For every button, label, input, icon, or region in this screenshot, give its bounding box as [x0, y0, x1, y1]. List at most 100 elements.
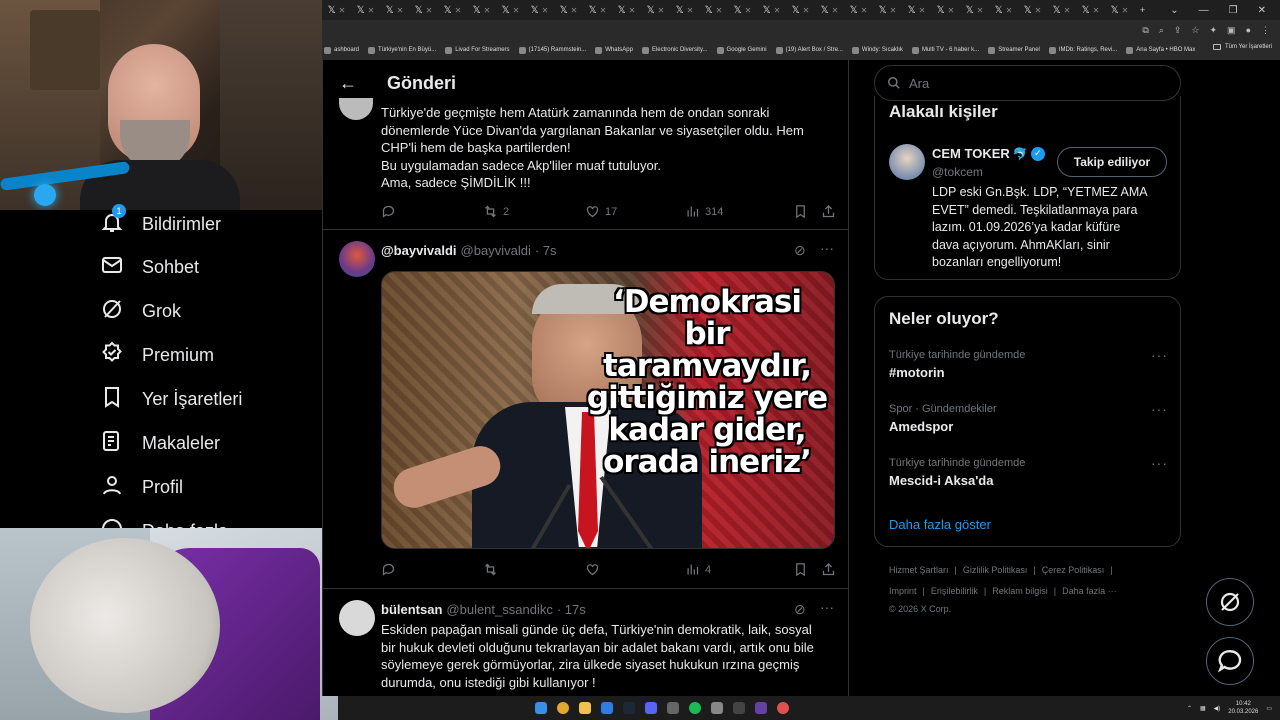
close-icon[interactable]: ✕ — [890, 6, 897, 15]
browser-tab[interactable]: 𝕏 ✕ — [844, 5, 873, 16]
app-icon[interactable] — [711, 702, 723, 714]
close-icon[interactable]: ✕ — [1035, 6, 1042, 15]
all-bookmarks-folder[interactable]: Tüm Yer İşaretleri — [1212, 44, 1272, 50]
new-tab-icon[interactable]: + — [1140, 5, 1145, 15]
chevron-up-icon[interactable]: ⌃ — [1187, 705, 1192, 712]
nav-notifications[interactable]: 1 Bildirimler — [100, 204, 221, 239]
nav-profile[interactable]: Profil — [100, 473, 183, 502]
footer-link[interactable]: Çerez Politikası — [1042, 565, 1105, 575]
browser-tab[interactable]: 𝕏 ✕ — [525, 5, 554, 16]
browser-tab[interactable]: 𝕏 ✕ — [322, 5, 351, 16]
chrome-icon[interactable] — [557, 702, 569, 714]
browser-tab[interactable]: 𝕏 ✕ — [728, 5, 757, 16]
close-icon[interactable]: ✕ — [919, 6, 926, 15]
back-arrow-icon[interactable]: ← — [323, 73, 373, 94]
bookmark-item[interactable]: Electronic Diversity... — [641, 46, 708, 54]
close-icon[interactable]: ✕ — [658, 6, 665, 15]
close-icon[interactable]: ✕ — [803, 6, 810, 15]
extensions-icon[interactable]: ✦ — [1210, 25, 1218, 36]
browser-tab[interactable]: 𝕏 ✕ — [1105, 5, 1134, 16]
views-button[interactable]: 4 — [685, 562, 793, 577]
close-icon[interactable]: ✕ — [1064, 6, 1071, 15]
notification-icon[interactable]: ▭ — [1266, 705, 1272, 712]
bookmark-item[interactable]: Türkiye'nin En Büyü... — [368, 46, 436, 54]
save-icon[interactable]: ▣ — [1227, 25, 1236, 36]
browser-tab[interactable]: 𝕏 ✕ — [438, 5, 467, 16]
browser-tab[interactable]: 𝕏 ✕ — [1076, 5, 1105, 16]
close-icon[interactable]: ✕ — [455, 6, 462, 15]
more-options-icon[interactable]: ··· — [1151, 455, 1168, 471]
user-handle[interactable]: @bayvivaldi — [461, 243, 531, 258]
timestamp[interactable]: · 17s — [557, 602, 586, 617]
trend-item[interactable]: Türkiye tarihinde gündemde Mescid-i Aksa… — [889, 457, 1169, 488]
clock[interactable]: 10:42 20.03.2026 — [1228, 700, 1258, 716]
footer-link[interactable]: Daha fazla ··· — [1062, 586, 1117, 596]
menu-icon[interactable]: ⋮ — [1261, 25, 1270, 36]
bookmark-item[interactable]: (19) Alert Box / Stre... — [775, 46, 843, 54]
display-name[interactable]: bülentsan — [381, 602, 442, 617]
user-handle[interactable]: @bulent_ssandikc — [446, 602, 552, 617]
close-icon[interactable]: ✕ — [774, 6, 781, 15]
close-icon[interactable]: ✕ — [484, 6, 491, 15]
close-icon[interactable]: ✕ — [832, 6, 839, 15]
more-options-icon[interactable]: ··· — [1151, 347, 1168, 363]
bookmark-item[interactable]: IMDb: Ratings, Revi... — [1048, 46, 1117, 54]
footer-link[interactable]: Hizmet Şartları — [889, 565, 949, 575]
show-more-link[interactable]: Daha fazla göster — [889, 517, 991, 532]
browser-tab[interactable]: 𝕏 ✕ — [380, 5, 409, 16]
bookmark-item[interactable]: Ana Sayfa • HBO Max — [1126, 46, 1195, 54]
bookmark-button[interactable] — [793, 204, 821, 219]
grok-icon[interactable]: ⊘ — [794, 242, 806, 259]
bookmark-item[interactable]: (17145) Rammstein... — [518, 46, 586, 54]
browser-tab[interactable]: 𝕏 ✕ — [815, 5, 844, 16]
close-icon[interactable]: ✕ — [861, 6, 868, 15]
close-icon[interactable]: ✕ — [1258, 5, 1266, 16]
footer-link[interactable]: Imprint — [889, 586, 917, 596]
app-icon[interactable] — [667, 702, 679, 714]
like-button[interactable] — [585, 562, 685, 577]
close-icon[interactable]: ✕ — [1006, 6, 1013, 15]
nav-grok[interactable]: Grok — [100, 297, 181, 326]
display-name[interactable]: @bayvivaldi — [381, 243, 457, 258]
bookmark-item[interactable]: WhatsApp — [595, 46, 633, 54]
bookmark-item[interactable]: ashboard — [324, 46, 359, 54]
share-button[interactable] — [821, 204, 836, 219]
bookmark-item[interactable]: Multi TV - 6 haber k... — [911, 46, 979, 54]
browser-tab[interactable]: 𝕏 ✕ — [902, 5, 931, 16]
close-icon[interactable]: ✕ — [687, 6, 694, 15]
footer-link[interactable]: Gizlilik Politikası — [963, 565, 1028, 575]
browser-tab[interactable]: 𝕏 ✕ — [1018, 5, 1047, 16]
restore-icon[interactable]: ❐ — [1229, 5, 1238, 16]
volume-icon[interactable]: ◀) — [1214, 705, 1221, 712]
browser-tab[interactable]: 𝕏 ✕ — [641, 5, 670, 16]
close-icon[interactable]: ✕ — [948, 6, 955, 15]
person-name-row[interactable]: CEM TOKER 🐬 ✓ — [932, 146, 1045, 161]
start-icon[interactable] — [535, 702, 547, 714]
close-icon[interactable]: ✕ — [368, 6, 375, 15]
app-icon[interactable] — [601, 702, 613, 714]
browser-tab[interactable]: 𝕏 ✕ — [699, 5, 728, 16]
install-icon[interactable]: ⧉ — [1142, 25, 1148, 36]
avatar[interactable] — [339, 98, 373, 120]
bookmark-item[interactable]: Livad For Streamers — [445, 46, 510, 54]
nav-premium[interactable]: Premium — [100, 341, 214, 370]
reply-button[interactable] — [381, 204, 483, 219]
browser-tab[interactable]: 𝕏 ✕ — [351, 5, 380, 16]
close-icon[interactable]: ✕ — [1093, 6, 1100, 15]
avatar[interactable] — [339, 600, 375, 636]
timestamp[interactable]: · 7s — [535, 243, 557, 258]
bookmark-item[interactable]: Windy: Sıcaklık — [851, 46, 903, 54]
browser-tab[interactable]: 𝕏 ✕ — [467, 5, 496, 16]
app-icon[interactable] — [777, 702, 789, 714]
bookmark-item[interactable]: Google Gemini — [716, 46, 767, 54]
network-icon[interactable]: ▦ — [1200, 705, 1206, 712]
browser-tab[interactable]: 𝕏 ✕ — [960, 5, 989, 16]
repost-button[interactable] — [483, 562, 585, 577]
reply-button[interactable] — [381, 562, 483, 577]
more-options-icon[interactable]: ··· — [1151, 401, 1168, 417]
minimize-icon[interactable]: — — [1199, 5, 1209, 16]
app-icon[interactable] — [755, 702, 767, 714]
close-icon[interactable]: ✕ — [977, 6, 984, 15]
trend-item[interactable]: Spor · Gündemdekiler Amedspor — [889, 403, 1169, 434]
browser-tab[interactable]: 𝕏 ✕ — [931, 5, 960, 16]
